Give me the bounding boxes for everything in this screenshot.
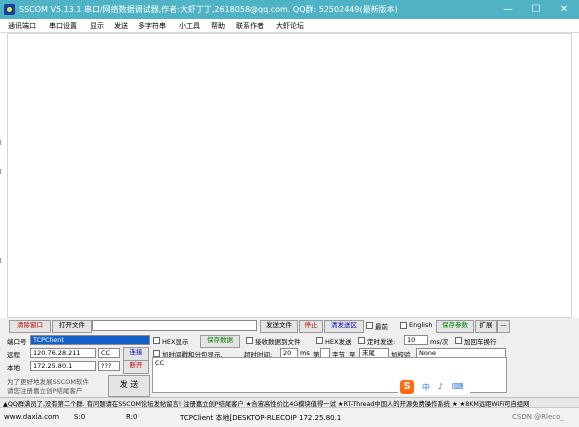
timed-send-checkbox[interactable] xyxy=(358,337,365,344)
add-crlf-checkbox[interactable] xyxy=(455,337,462,344)
english-checkbox[interactable] xyxy=(400,322,407,329)
hex-send-label: HEX发送 xyxy=(325,338,352,346)
hex-send-checkbox[interactable] xyxy=(316,337,323,344)
edge-mark: l xyxy=(0,258,2,265)
menu-comm-port[interactable]: 通讯端口 xyxy=(8,21,36,31)
save-params-button[interactable]: 保存参数 xyxy=(436,320,474,333)
topmost-label: 最前 xyxy=(375,323,388,331)
expand-button[interactable]: 扩展 xyxy=(475,320,497,333)
timed-send-label: 定时发送: xyxy=(367,338,396,346)
menu-display[interactable]: 显示 xyxy=(90,21,104,31)
port-label: 端口号 xyxy=(7,338,27,346)
remote-ip-input[interactable]: 120.76.28.211 xyxy=(30,348,96,358)
add-crlf-label: 加回车换行 xyxy=(464,338,497,346)
keyboard-icon[interactable]: ⌨ xyxy=(452,382,464,391)
ime-toolbar: S 中 ♪ ⌨ xyxy=(398,379,470,395)
topmost-checkbox[interactable] xyxy=(366,322,373,329)
website-link[interactable]: www.daxia.com xyxy=(4,413,59,421)
menu-tools[interactable]: 小工具 xyxy=(179,21,200,31)
collapse-button[interactable]: — xyxy=(497,320,510,333)
edge-mark: l xyxy=(0,169,2,176)
recv-to-file-checkbox[interactable] xyxy=(246,337,253,344)
disconnect-button[interactable]: 断开 xyxy=(123,360,149,374)
remote-label: 远程 xyxy=(7,351,20,359)
connect-button[interactable]: 连接 xyxy=(123,347,149,361)
open-file-button[interactable]: 打开文件 xyxy=(52,320,92,333)
remote-port-input[interactable]: CC xyxy=(98,348,120,358)
promo-line-2: 请您注册嘉立创P结尾客户 xyxy=(7,387,83,395)
app-icon xyxy=(4,4,15,15)
local-label: 本地 xyxy=(7,364,20,372)
menu-help[interactable]: 帮助 xyxy=(211,21,225,31)
close-button[interactable]: ✕ xyxy=(550,0,578,19)
minimize-button[interactable]: — xyxy=(494,0,522,19)
ad-status-bar: ▲QQ群满员了,没有第二个群. 有问题请在SSCOM论坛发帖留言! 注册嘉立创P… xyxy=(0,397,579,408)
menu-bar: 通讯端口 串口设置 显示 发送 多字符串 小工具 帮助 联系作者 大虾论坛 xyxy=(0,19,579,33)
save-data-button[interactable]: 保存数据 xyxy=(200,335,240,348)
hex-display-label: HEX显示 xyxy=(162,338,189,346)
menu-contact[interactable]: 联系作者 xyxy=(236,21,264,31)
interval-unit: ms/次 xyxy=(430,338,449,346)
port-select[interactable]: TCPClient xyxy=(30,335,150,345)
stop-button[interactable]: 停止 xyxy=(299,320,323,333)
file-path-field[interactable] xyxy=(92,320,257,331)
clear-window-button[interactable]: 清除窗口 xyxy=(9,320,51,333)
recv-to-file-label: 接收数据到文件 xyxy=(255,338,301,346)
local-port-input[interactable]: ??? xyxy=(98,361,120,371)
interval-input[interactable]: 10 xyxy=(404,335,428,345)
connection-info: TCPClient 本地[DESKTOP-RLECOIP 172.25.80.1 xyxy=(180,414,342,422)
title-bar: SSCOM V5.13.1 串口/网络数据调试器,作者:大虾丁丁,2618058… xyxy=(0,0,579,19)
english-label: English xyxy=(409,321,433,329)
menu-forum[interactable]: 大虾论坛 xyxy=(276,21,304,31)
chinese-mode-icon[interactable]: 中 xyxy=(422,382,430,393)
watermark: CSDN @Rleco_ xyxy=(512,413,564,421)
sent-count: S:0 xyxy=(74,413,86,421)
maximize-button[interactable]: ☐ xyxy=(522,0,550,19)
recv-count: R:0 xyxy=(126,413,138,421)
hex-display-checkbox[interactable] xyxy=(153,337,160,344)
edge-mark: l xyxy=(0,140,2,147)
sogou-logo-icon[interactable]: S xyxy=(400,380,414,394)
window-title: SSCOM V5.13.1 串口/网络数据调试器,作者:大虾丁丁,2618058… xyxy=(19,5,398,14)
right-edge xyxy=(572,33,579,318)
receive-area[interactable] xyxy=(7,33,572,318)
menu-send[interactable]: 发送 xyxy=(114,21,128,31)
bottom-status-bar: www.daxia.com S:0 R:0 TCPClient 本地[DESKT… xyxy=(0,407,579,427)
menu-serial-settings[interactable]: 串口设置 xyxy=(49,21,77,31)
left-edge-strip: l l l xyxy=(0,33,7,318)
send-button[interactable]: 发 送 xyxy=(108,375,150,397)
timestamp-checkbox[interactable] xyxy=(153,350,160,357)
timeout-unit: ms xyxy=(300,349,310,357)
clear-send-area-button[interactable]: 清发送区 xyxy=(324,320,364,333)
voice-icon[interactable]: ♪ xyxy=(438,382,443,391)
menu-multi-string[interactable]: 多字符串 xyxy=(138,21,166,31)
send-file-button[interactable]: 发送文件 xyxy=(260,320,298,333)
local-ip-select[interactable]: 172.25.80.1 xyxy=(30,361,96,371)
